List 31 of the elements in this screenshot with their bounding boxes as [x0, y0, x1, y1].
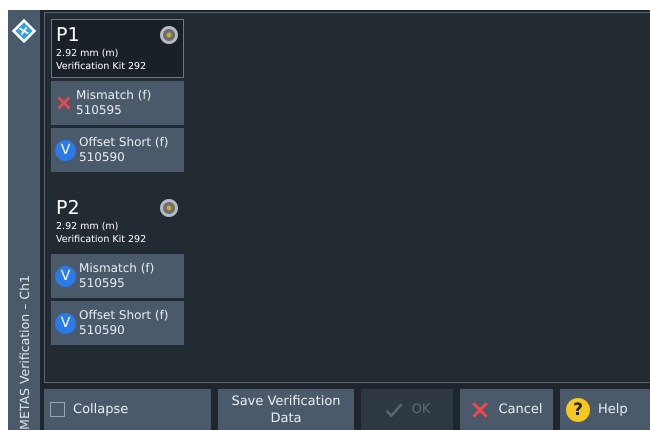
standard-name: Offset Short (f): [79, 308, 168, 323]
connector-icon: [159, 25, 179, 45]
verified-badge: V: [55, 266, 76, 286]
sidebar-title: METAS Verification – Ch1: [16, 275, 32, 430]
connector-type: 2.92 mm (m): [56, 220, 120, 233]
connector-type: 2.92 mm (m): [56, 47, 120, 60]
help-icon: ?: [566, 398, 590, 422]
serial-number: 510595: [76, 103, 123, 118]
dialog-button[interactable]: Cancel: [460, 389, 553, 430]
checkbox-icon[interactable]: [50, 402, 65, 417]
standard-name: Mismatch (f): [76, 88, 152, 103]
dialog-button[interactable]: Save Verification Data: [218, 389, 354, 430]
verified-badge: V: [55, 140, 76, 160]
dialog-button[interactable]: ? Help: [560, 389, 650, 430]
verified-badge: V: [55, 312, 76, 334]
standard-name: Offset Short (f): [79, 135, 168, 150]
kit-name: Verification Kit 292: [56, 233, 148, 246]
serial-number: 510590: [79, 323, 126, 338]
connector-icon: [159, 198, 179, 218]
standard-item[interactable]: Mismatch (f) 510595: [51, 81, 184, 125]
standard-name: Mismatch (f): [79, 261, 154, 276]
port-card[interactable]: P1 2.92 mm (m) Verification Kit 292: [51, 19, 184, 78]
close-icon: [470, 400, 490, 420]
collapse-checkbox[interactable]: Collapse: [44, 389, 211, 430]
port-label: P1: [56, 23, 80, 47]
port-card[interactable]: P2 2.92 mm (m) Verification Kit 292: [51, 192, 184, 251]
fail-icon: [55, 94, 73, 112]
serial-number: 510590: [79, 150, 126, 165]
serial-number: 510595: [79, 276, 126, 291]
port-label: P2: [56, 196, 80, 220]
kit-name: Verification Kit 292: [56, 60, 148, 73]
